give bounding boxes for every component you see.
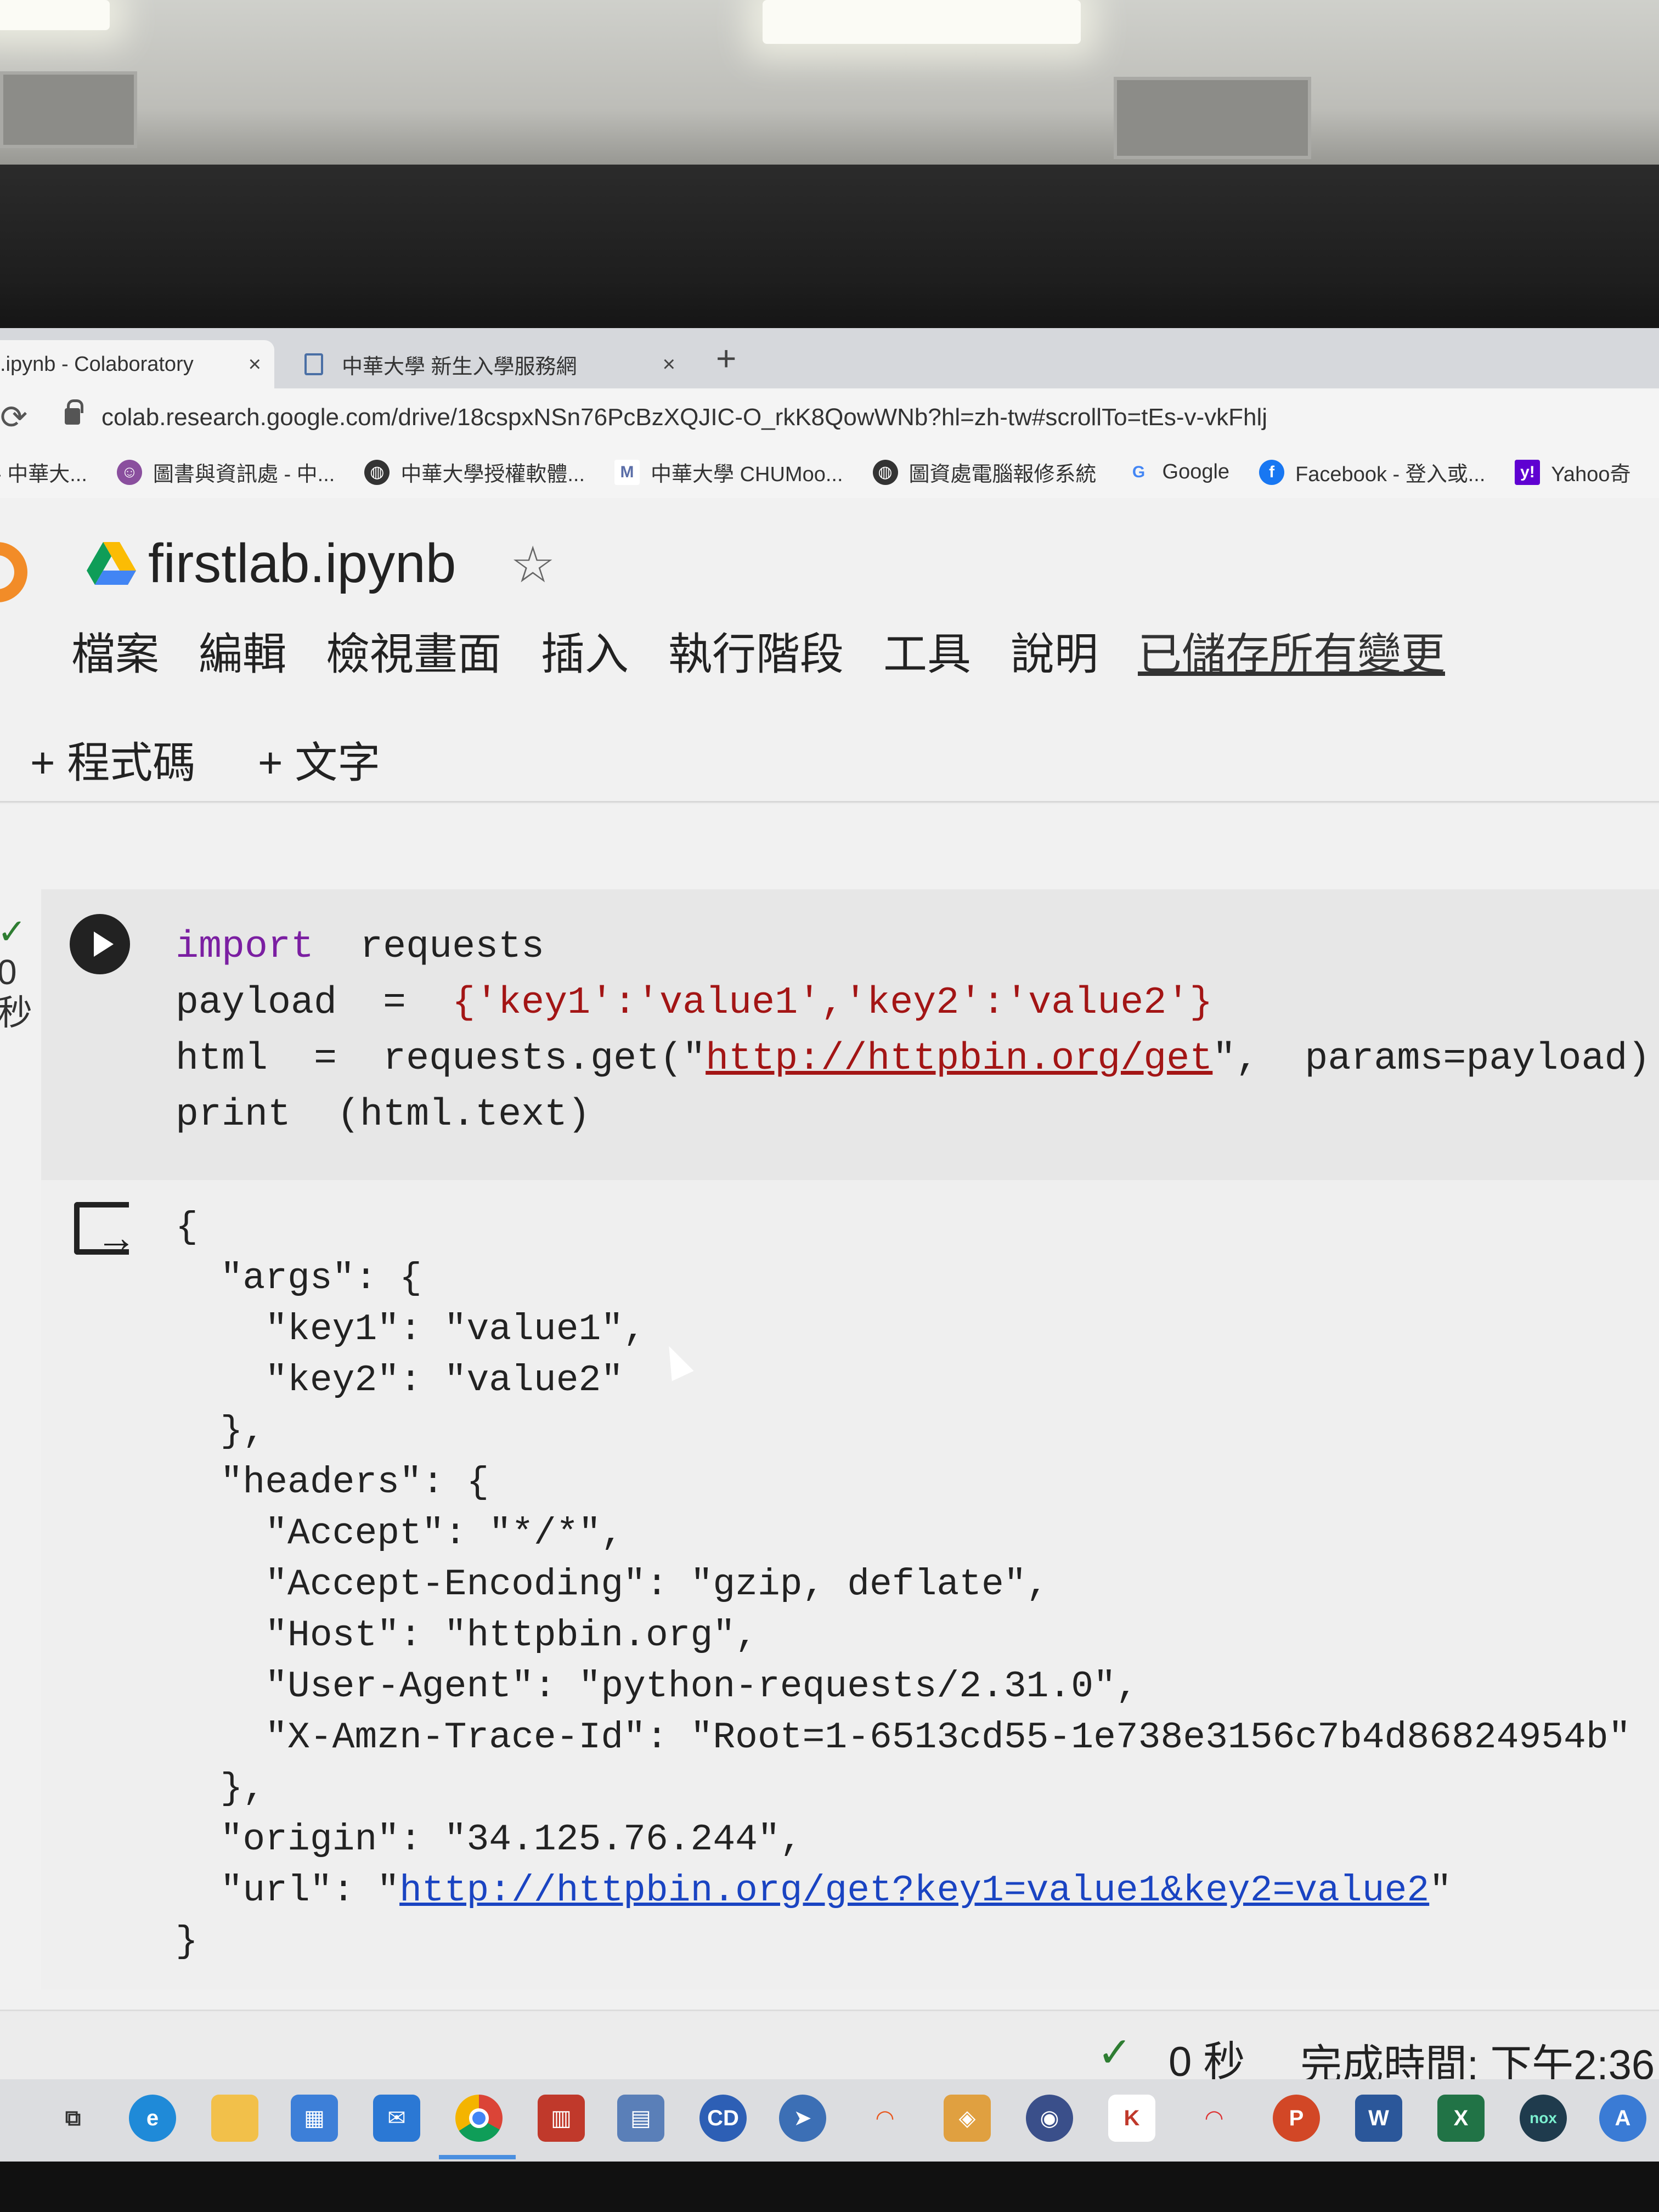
monitor-bezel	[0, 165, 1659, 329]
run-cell-button[interactable]	[70, 914, 130, 974]
code-cell[interactable]: import requests payload = {'key1':'value…	[41, 889, 1659, 1180]
active-indicator	[439, 2155, 516, 2159]
menu-bar: 檔案 編輯 檢視畫面 插入 執行階段 工具 說明 已儲存所有變更	[71, 619, 1485, 682]
bookmark-item[interactable]: G Google	[1126, 460, 1229, 485]
ceiling-light	[763, 0, 1081, 44]
colab-logo-icon[interactable]	[0, 542, 27, 602]
file-icon[interactable]: ▤	[617, 2095, 664, 2142]
notebook-body: ✓ 0 秒 import requests payload = {'key1':…	[0, 804, 1659, 2011]
arrow-right-icon: →	[96, 1215, 137, 1260]
bookmark-item[interactable]: f Facebook - 登入或...	[1259, 457, 1485, 487]
browser-tabbar: .ipynb - Colaboratory × 中華大學 新生入學服務網 × +	[0, 328, 1659, 388]
app-icon[interactable]: ▥	[538, 2095, 585, 2142]
file-explorer-icon[interactable]	[211, 2095, 258, 2142]
edge-icon[interactable]: e	[129, 2095, 176, 2142]
menu-file[interactable]: 檔案	[71, 619, 159, 682]
check-icon: ✓	[0, 912, 27, 951]
code-editor[interactable]: import requests payload = {'key1':'value…	[176, 919, 1650, 1143]
code-url-link[interactable]: http://httpbin.org/get	[706, 1037, 1212, 1081]
monitor-bezel-bottom	[0, 2162, 1659, 2212]
app-icon[interactable]: ◠	[861, 2095, 909, 2142]
globe-icon: ◍	[872, 459, 898, 485]
app-icon[interactable]: ➤	[779, 2095, 826, 2142]
globe-icon: ◍	[364, 459, 390, 485]
excel-icon[interactable]: X	[1437, 2095, 1485, 2142]
task-view-icon[interactable]: ⧉	[49, 2095, 97, 2142]
close-icon[interactable]: ×	[663, 352, 675, 377]
cell-output: → { "args": { "key1": "value1", "key2": …	[41, 1180, 1659, 1989]
close-icon[interactable]: ×	[249, 352, 261, 377]
bookmark-item[interactable]: M 中華大學 CHUMoo...	[614, 457, 843, 487]
colab-statusbar: ✓ 0 秒 完成時間: 下午2:36	[0, 2010, 1659, 2089]
star-icon[interactable]: ☆	[510, 535, 555, 594]
store-icon[interactable]: ▦	[291, 2095, 338, 2142]
google-drive-icon[interactable]	[87, 542, 136, 586]
new-tab-button[interactable]: +	[716, 338, 736, 379]
tab-chu[interactable]: 中華大學 新生入學服務網 ×	[294, 340, 689, 388]
notebook-title[interactable]: firstlab.ipynb	[148, 532, 456, 595]
app-icon[interactable]: ◈	[944, 2095, 991, 2142]
page-icon	[304, 353, 323, 375]
bookmark-item[interactable]: ☺ 圖書與資訊處 - 中...	[116, 457, 335, 487]
menu-view[interactable]: 檢視畫面	[326, 619, 501, 682]
mail-icon[interactable]: ✉	[373, 2095, 420, 2142]
output-url-link[interactable]: http://httpbin.org/get?key1=value1&key2=…	[399, 1870, 1429, 1912]
menu-help[interactable]: 說明	[1011, 619, 1098, 682]
app-icon[interactable]: A	[1599, 2095, 1646, 2142]
cd-icon[interactable]: CD	[699, 2095, 747, 2142]
bookmark-item[interactable]: y! Yahoo奇	[1515, 457, 1630, 487]
windows-taskbar: ⧉ e ▦ ✉ ▥ ▤ CD ➤ ◠ ◈ ◉ K ◠ P W X nox A	[0, 2079, 1659, 2162]
menu-edit[interactable]: 編輯	[199, 619, 286, 682]
chrome-icon[interactable]	[455, 2095, 503, 2142]
ceiling-vent	[1114, 77, 1311, 159]
menu-tools[interactable]: 工具	[883, 619, 971, 682]
bookmarks-bar: - 中華大... ☺ 圖書與資訊處 - 中... ◍ 中華大學授權軟體... M 中華…	[0, 446, 1659, 498]
ceiling-vent	[0, 71, 137, 148]
bookmark-item[interactable]: ◍ 圖資處電腦報修系統	[872, 457, 1097, 487]
cell-toolbar: + 程式碼 + 文字	[0, 707, 1659, 803]
facebook-icon: f	[1259, 459, 1285, 485]
reload-icon[interactable]: ⟳	[0, 398, 27, 437]
tab-label: .ipynb - Colaboratory	[0, 352, 194, 376]
colab-header: firstlab.ipynb ☆ 檔案 編輯 檢視畫面 插入 執行階段 工具 說…	[0, 498, 1659, 707]
output-text: { "args": { "key1": "value1", "key2": "v…	[176, 1206, 1631, 1963]
tab-label: 中華大學 新生入學服務網	[342, 355, 577, 379]
menu-insert[interactable]: 插入	[541, 619, 629, 682]
library-icon: ☺	[116, 459, 142, 485]
add-code-button[interactable]: + 程式碼	[30, 729, 195, 790]
check-icon: ✓	[1097, 2029, 1132, 2076]
yahoo-icon: y!	[1515, 459, 1541, 485]
bookmark-item[interactable]: - 中華大...	[0, 457, 87, 487]
app-icon[interactable]: K	[1108, 2095, 1155, 2142]
menu-runtime[interactable]: 執行階段	[668, 619, 844, 682]
app-icon[interactable]: ◠	[1190, 2095, 1238, 2142]
google-icon: G	[1132, 462, 1146, 481]
saved-status[interactable]: 已儲存所有變更	[1138, 619, 1445, 682]
lock-icon[interactable]	[65, 399, 83, 425]
screen: .ipynb - Colaboratory × 中華大學 新生入學服務網 × +…	[0, 328, 1659, 2089]
url-input[interactable]: colab.research.google.com/drive/18cspxNS…	[101, 404, 1267, 431]
nox-icon[interactable]: nox	[1520, 2095, 1567, 2142]
address-bar: ⟳ colab.research.google.com/drive/18cspx…	[0, 388, 1659, 446]
word-icon[interactable]: W	[1355, 2095, 1402, 2142]
add-text-button[interactable]: + 文字	[258, 729, 380, 790]
bookmark-item[interactable]: ◍ 中華大學授權軟體...	[364, 457, 585, 487]
m-icon: M	[614, 459, 640, 485]
background-ceiling	[0, 0, 1659, 181]
tab-colab[interactable]: .ipynb - Colaboratory ×	[0, 340, 274, 388]
cell-exec-status: ✓ 0 秒	[0, 911, 32, 1033]
app-icon[interactable]: ◉	[1026, 2095, 1073, 2142]
powerpoint-icon[interactable]: P	[1273, 2095, 1320, 2142]
ceiling-light	[0, 0, 110, 30]
